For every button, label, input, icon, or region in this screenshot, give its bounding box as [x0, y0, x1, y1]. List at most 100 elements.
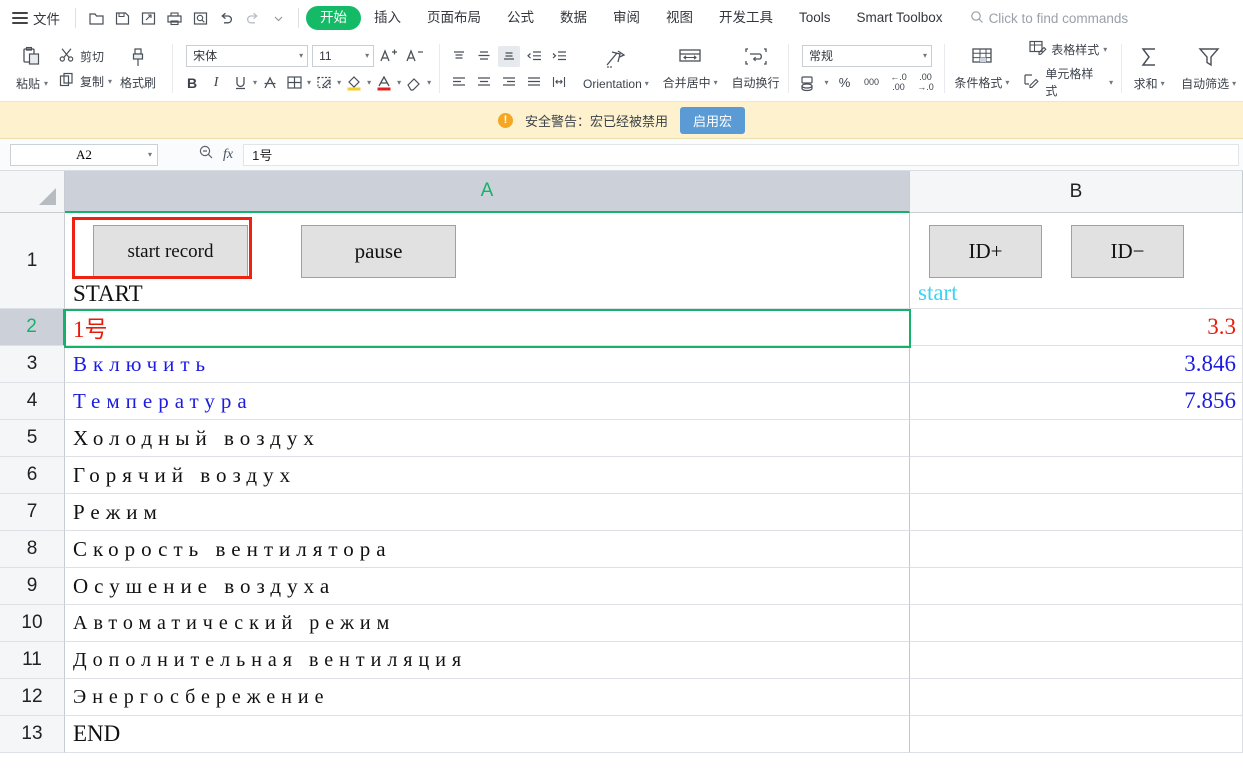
column-header-a[interactable]: A [65, 171, 910, 213]
pause-button[interactable]: pause [301, 225, 456, 278]
cell-a10[interactable]: Автоматический режим [65, 605, 910, 642]
tab-tools[interactable]: Tools [786, 6, 844, 30]
underline-button[interactable] [229, 72, 251, 94]
id-increment-button[interactable]: ID+ [929, 225, 1042, 278]
chevron-down-icon[interactable]: ▾ [337, 78, 341, 87]
cell-b2[interactable]: 3.3 [910, 309, 1243, 346]
insert-function-button[interactable]: fx [223, 147, 233, 163]
cell-a4[interactable]: Температура [65, 383, 910, 420]
cell-b11[interactable] [910, 642, 1243, 679]
format-painter-button[interactable]: 格式刷 [112, 47, 164, 91]
cut-button[interactable]: 剪切 [58, 46, 112, 67]
cell-b4[interactable]: 7.856 [910, 383, 1243, 420]
increase-indent-button[interactable] [548, 46, 570, 67]
row-header-4[interactable]: 4 [0, 383, 65, 420]
tab-review[interactable]: 审阅 [600, 6, 653, 30]
tab-developer-tools[interactable]: 开发工具 [706, 6, 786, 30]
cell-a7[interactable]: Режим [65, 494, 910, 531]
cell-b5[interactable] [910, 420, 1243, 457]
table-style-button[interactable]: 表格样式 ▾ [1028, 39, 1107, 59]
number-format-select[interactable]: 常规 ▾ [801, 44, 932, 67]
borders-button[interactable] [283, 72, 305, 94]
cell-a11[interactable]: Дополнительная вентиляция [65, 642, 910, 679]
tab-formulas[interactable]: 公式 [494, 6, 547, 30]
cell-b6[interactable] [910, 457, 1243, 494]
strikethrough-button[interactable] [259, 72, 281, 94]
chevron-down-icon[interactable]: ▾ [427, 78, 431, 87]
select-all-corner[interactable] [0, 171, 65, 213]
fill-color-button[interactable] [343, 72, 365, 94]
decrease-font-size-button[interactable] [404, 45, 426, 67]
command-search[interactable]: Click to find commands [970, 10, 1128, 27]
italic-button[interactable]: I [205, 72, 227, 94]
start-record-button[interactable]: start record [93, 225, 248, 278]
save-icon[interactable] [109, 5, 135, 31]
undo-icon[interactable] [213, 5, 239, 31]
increase-decimal-button[interactable]: ←.0.00 [887, 72, 909, 94]
decrease-indent-button[interactable] [523, 46, 545, 67]
align-middle-button[interactable] [473, 46, 495, 67]
font-color-button[interactable] [373, 72, 395, 94]
align-left-button[interactable] [448, 72, 470, 93]
cell-b7[interactable] [910, 494, 1243, 531]
file-menu-button[interactable]: 文件 [33, 8, 60, 28]
cell-a8[interactable]: Скорость вентилятора [65, 531, 910, 568]
orientation-button[interactable]: Orientation ▾ [576, 36, 656, 101]
copy-button[interactable]: 复制 ▾ [58, 71, 112, 92]
row-header-11[interactable]: 11 [0, 642, 65, 679]
row-header-5[interactable]: 5 [0, 420, 65, 457]
cell-a1[interactable]: start record pause START [65, 213, 910, 309]
cell-a9[interactable]: Осушение воздуха [65, 568, 910, 605]
chevron-down-icon[interactable]: ▾ [148, 150, 152, 159]
clear-format-button[interactable] [403, 72, 425, 94]
autosum-button[interactable]: 求和 ▾ [1124, 36, 1174, 101]
chevron-down-icon[interactable]: ▾ [397, 78, 401, 87]
cell-effects-button[interactable] [313, 72, 335, 94]
cell-b9[interactable] [910, 568, 1243, 605]
formula-input[interactable]: 1号 [243, 143, 1239, 166]
chevron-down-icon[interactable]: ▾ [367, 78, 371, 87]
wrap-text-button[interactable]: 自动换行 [725, 36, 787, 101]
cell-style-button[interactable]: 单元格样式 ▾ [1022, 65, 1113, 99]
cell-b1[interactable]: ID+ ID− start [910, 213, 1243, 309]
cell-b12[interactable] [910, 679, 1243, 716]
tab-insert[interactable]: 插入 [361, 6, 414, 30]
chevron-down-icon[interactable]: ▾ [44, 79, 48, 88]
bold-button[interactable]: B [181, 72, 203, 94]
id-decrement-button[interactable]: ID− [1071, 225, 1184, 278]
autofilter-button[interactable]: 自动筛选 ▾ [1174, 36, 1243, 101]
chevron-down-icon[interactable]: ▾ [307, 78, 311, 87]
name-box[interactable]: A2 ▾ [10, 143, 158, 166]
print-icon[interactable] [161, 5, 187, 31]
cell-a2[interactable]: 1号 [65, 309, 910, 346]
tab-smart-toolbox[interactable]: Smart Toolbox [844, 6, 956, 30]
cell-a3[interactable]: Включить [65, 346, 910, 383]
align-top-button[interactable] [448, 46, 470, 67]
cell-b3[interactable]: 3.846 [910, 346, 1243, 383]
row-header-1[interactable]: 1 [0, 213, 65, 309]
font-size-select[interactable]: 11 ▾ [312, 44, 375, 67]
comma-format-button[interactable]: 000 [860, 72, 882, 94]
enable-macros-button[interactable]: 启用宏 [680, 106, 746, 134]
tab-view[interactable]: 视图 [653, 6, 706, 30]
tab-start[interactable]: 开始 [306, 6, 361, 30]
cell-a13[interactable]: END [65, 716, 910, 753]
redo-icon[interactable] [239, 5, 265, 31]
conditional-format-button[interactable]: 条件格式 ▾ [947, 36, 1016, 101]
chevron-down-icon[interactable]: ▾ [824, 78, 828, 87]
accounting-format-button[interactable] [797, 72, 819, 94]
cell-b8[interactable] [910, 531, 1243, 568]
column-header-b[interactable]: B [910, 171, 1243, 213]
row-header-10[interactable]: 10 [0, 605, 65, 642]
customize-caret-icon[interactable] [265, 5, 291, 31]
justify-button[interactable] [523, 72, 545, 93]
align-right-button[interactable] [498, 72, 520, 93]
increase-font-size-button[interactable] [378, 45, 400, 67]
row-header-12[interactable]: 12 [0, 679, 65, 716]
align-bottom-button[interactable] [498, 45, 521, 67]
row-header-8[interactable]: 8 [0, 531, 65, 568]
align-center-button[interactable] [473, 72, 495, 93]
cell-a6[interactable]: Горячий воздух [65, 457, 910, 494]
cell-b10[interactable] [910, 605, 1243, 642]
save-as-icon[interactable] [135, 5, 161, 31]
